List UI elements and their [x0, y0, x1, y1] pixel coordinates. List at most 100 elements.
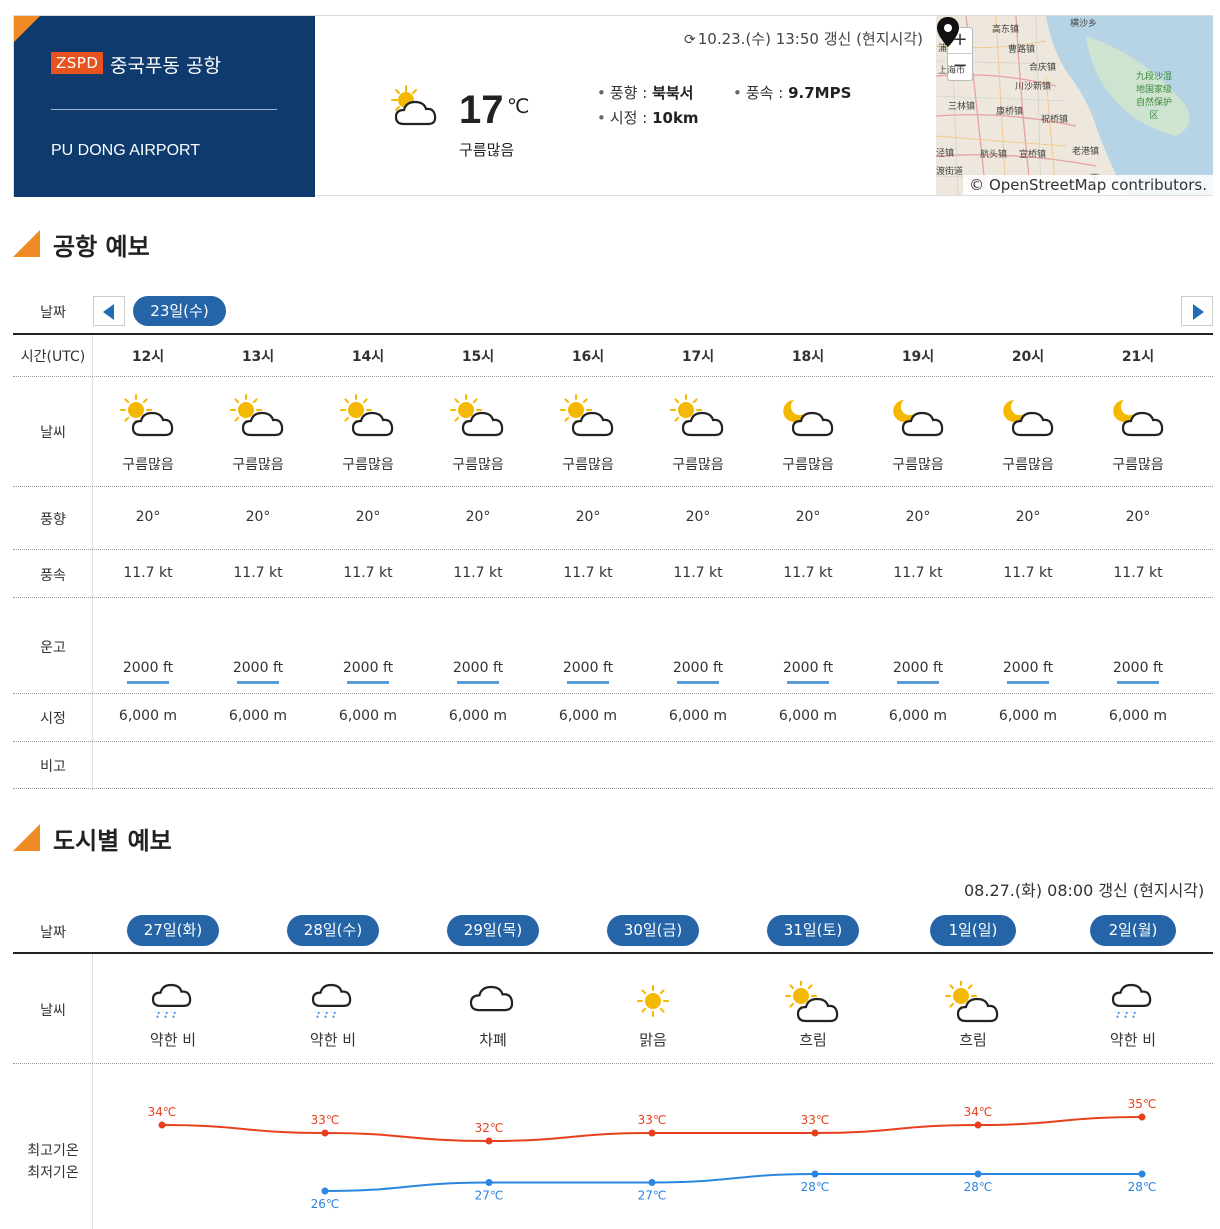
min-temp-label: 최저기온: [27, 1165, 79, 1181]
wind-speed-value: 11.7 kt: [233, 565, 283, 581]
wind-speed-value: 11.7 kt: [893, 565, 943, 581]
condition-text: 약한 비: [1109, 1031, 1157, 1049]
condition-text: 구름많음: [122, 457, 174, 473]
day-pill[interactable]: 2일(월): [1090, 915, 1176, 946]
date-label: 날짜: [40, 925, 66, 941]
ceiling-label: 운고: [40, 640, 66, 656]
condition-text: 흐림: [959, 1031, 987, 1049]
section-accent: [13, 824, 40, 851]
max-temp-label: 최고기온: [27, 1143, 79, 1159]
ceiling-bar: [677, 681, 719, 684]
wind-speed-value: 11.7 kt: [563, 565, 613, 581]
wind-speed-value: 11.7 kt: [123, 565, 173, 581]
visibility-value: 6,000 m: [888, 708, 948, 724]
table-top-border: [13, 333, 1213, 335]
wind-direction-value: 20°: [795, 509, 821, 525]
visibility-value: 6,000 m: [448, 708, 508, 724]
visibility-value: 6,000 m: [1108, 708, 1168, 724]
hour-label: 18시: [791, 349, 825, 365]
map-label: 宣桥镇: [1019, 150, 1047, 160]
ceiling-value: 2000 ft: [892, 660, 944, 676]
prev-date-button[interactable]: [93, 296, 125, 326]
temperature-unit: ℃: [507, 94, 530, 118]
day-pill[interactable]: 28일(수): [287, 915, 379, 946]
table-top-border: [13, 952, 1213, 954]
ceiling-bar: [347, 681, 389, 684]
condition-text: 흐림: [799, 1031, 827, 1049]
map-label: 泾镇: [936, 149, 955, 159]
partly-cloudy-icon: [945, 980, 1001, 1029]
condition-text: 구름많음: [1112, 457, 1164, 473]
day-pill[interactable]: 31일(토): [767, 915, 859, 946]
partly-cloudy-day-icon: [450, 394, 506, 442]
airport-name-ko: 중국푸동 공항: [110, 55, 221, 77]
row-divider: [13, 693, 1213, 694]
map-label: 祝桥镇: [1041, 115, 1069, 125]
visibility-value: 6,000 m: [228, 708, 288, 724]
wind-speed-info: • 풍속 : 9.7MPS: [733, 84, 852, 102]
condition-text: 구름많음: [1002, 457, 1054, 473]
ceiling-value: 2000 ft: [342, 660, 394, 676]
map-label: 渡街道: [936, 167, 964, 177]
condition-text: 구름많음: [342, 457, 394, 473]
weather-label: 날씨: [40, 1003, 66, 1019]
ceiling-value: 2000 ft: [452, 660, 504, 676]
light-rain-icon: [145, 981, 201, 1029]
row-divider: [13, 1063, 1213, 1064]
location-map[interactable]: + − 高东镇 横沙乡 曹路镇 合庆镇 川沙新镇 康桥镇 祝桥镇 三林镇 航头镇…: [936, 16, 1213, 195]
wind-direction-value: 20°: [575, 509, 601, 525]
partly-cloudy-icon: [391, 85, 437, 126]
corner-accent: [14, 16, 40, 42]
section-title: 도시별 예보: [53, 827, 172, 855]
ceiling-bar: [787, 681, 829, 684]
condition-text: 차폐: [479, 1031, 507, 1049]
day-pill[interactable]: 1일(일): [930, 915, 1016, 946]
map-label: 九段沙湿地国家级自然保护区: [1135, 72, 1172, 121]
hour-label: 17시: [681, 349, 715, 365]
row-divider: [13, 376, 1213, 377]
ceiling-bar: [1007, 681, 1049, 684]
row-divider: [13, 549, 1213, 550]
condition-text: 약한 비: [309, 1031, 357, 1049]
day-pill[interactable]: 29일(목): [447, 915, 539, 946]
map-label: 康桥镇: [996, 107, 1024, 117]
condition-text: 약한 비: [149, 1031, 197, 1049]
refresh-icon[interactable]: ⟳: [684, 32, 696, 48]
next-date-button[interactable]: [1181, 296, 1213, 326]
current-temperature: 17: [459, 88, 504, 132]
wind-direction-value: 20°: [245, 509, 271, 525]
visibility-value: 6,000 m: [118, 708, 178, 724]
visibility-value: 6,000 m: [998, 708, 1058, 724]
remarks-label: 비고: [40, 759, 66, 775]
day-pill[interactable]: 30일(금): [607, 915, 699, 946]
map-label: 老港镇: [1072, 147, 1100, 157]
airport-name-en: PU DONG AIRPORT: [51, 142, 201, 159]
current-condition: 구름많음: [459, 141, 515, 159]
sunny-icon: [625, 981, 681, 1029]
hour-label: 20시: [1011, 349, 1045, 365]
arrow-right-icon: [1193, 304, 1204, 320]
wind-direction-value: 20°: [1125, 509, 1151, 525]
ceiling-bar: [1117, 681, 1159, 684]
city-forecast-table: 날짜 날씨 최고기온 최저기온: [13, 915, 1213, 1229]
ceiling-bar: [897, 681, 939, 684]
divider: [51, 109, 277, 110]
wind-speed-value: 11.7 kt: [673, 565, 723, 581]
updated-text: 10.23.(수) 13:50 갱신 (현지시각): [697, 30, 923, 48]
hour-label: 15시: [461, 349, 495, 365]
ceiling-bar: [127, 681, 169, 684]
row-divider: [13, 597, 1213, 598]
map-attribution[interactable]: © OpenStreetMap contributors.: [963, 175, 1213, 195]
map-label: 三林镇: [948, 102, 976, 112]
day-pill[interactable]: 27일(화): [127, 915, 219, 946]
wind-direction-value: 북북서: [652, 84, 694, 102]
visibility-info: • 시정 : 10km: [597, 109, 699, 127]
visibility-value: 10km: [652, 109, 699, 127]
row-divider: [13, 741, 1213, 742]
partly-cloudy-day-icon: [120, 394, 176, 442]
wind-direction-value: 20°: [465, 509, 491, 525]
selected-date-pill[interactable]: 23일(수): [133, 296, 226, 326]
location-pin-icon[interactable]: [936, 16, 960, 48]
map-label: 上海市: [938, 66, 966, 76]
section-title: 공항 예보: [53, 233, 150, 261]
